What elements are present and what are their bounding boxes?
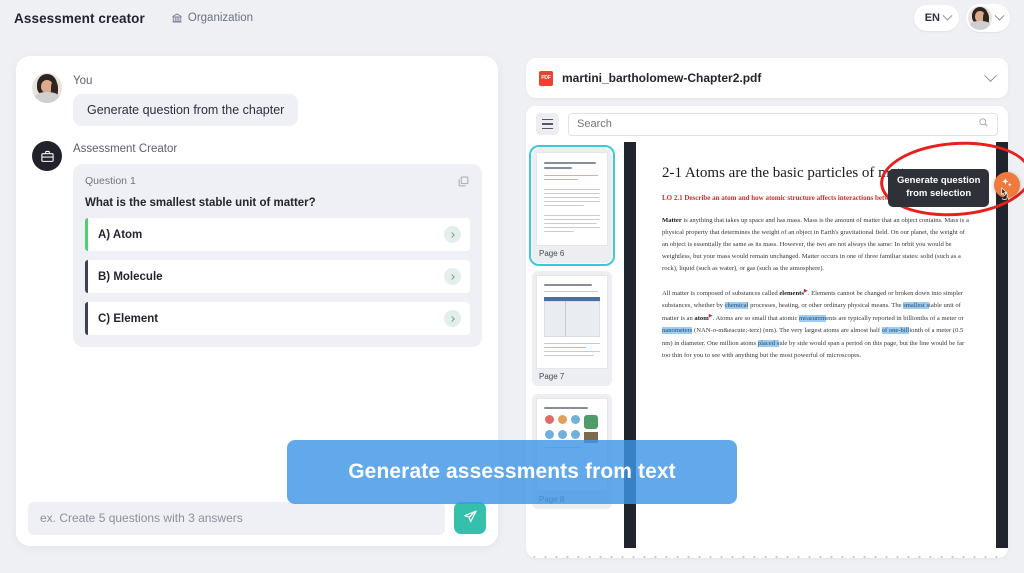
send-icon: [463, 509, 478, 527]
pdf-file-name: martini_bartholomew-Chapter2.pdf: [562, 71, 762, 85]
chevron-down-icon: [942, 10, 953, 21]
top-bar-right: EN: [913, 4, 1010, 32]
language-value: EN: [924, 12, 940, 24]
app-title: Assessment creator: [14, 10, 145, 26]
pdf-thumbnail-page-7[interactable]: Page 7: [532, 271, 612, 386]
thumbnail-label: Page 7: [539, 372, 565, 381]
organization-link[interactable]: Organization: [171, 12, 253, 24]
pdf-card-bottom-dots: [526, 548, 1008, 558]
pdf-search-input[interactable]: [577, 118, 978, 130]
user-message-bubble: Generate question from the chapter: [73, 94, 299, 126]
thumbnail-preview: [537, 153, 607, 245]
avatar: [32, 73, 62, 103]
pdf-selection-3: measurem: [799, 315, 827, 323]
chevron-right-icon[interactable]: [444, 268, 461, 285]
pdf-file-icon: PDF: [539, 70, 553, 86]
thumbnail-preview: [537, 276, 607, 368]
hamburger-icon[interactable]: [536, 113, 559, 135]
question-card: Question 1 What is the smallest stable u…: [73, 164, 482, 347]
pdf-p2-e: . Atoms are so small that atomic: [712, 315, 800, 323]
pdf-selection-5: of one-bill: [881, 327, 910, 335]
answer-option-b[interactable]: B) Molecule: [85, 260, 470, 293]
answer-option-a[interactable]: A) Atom: [85, 218, 470, 251]
copy-icon[interactable]: [457, 175, 470, 188]
chevron-right-icon[interactable]: [444, 226, 461, 243]
question-card-header: Question 1: [85, 175, 470, 188]
user-menu[interactable]: [966, 4, 1010, 32]
chat-message-user: You Generate question from the chapter: [16, 73, 498, 126]
message-author: You: [73, 75, 93, 87]
answer-option-label: A) Atom: [98, 228, 143, 241]
message-author: Assessment Creator: [73, 143, 178, 155]
pdf-paragraph-2: All matter is composed of substances cal…: [662, 287, 970, 363]
thumbnail-label: Page 6: [539, 249, 565, 258]
send-button[interactable]: [454, 502, 486, 534]
pdf-paragraph-1-lead: Matter: [662, 216, 682, 224]
tooltip-line-1: Generate question: [897, 175, 981, 186]
search-icon: [978, 115, 989, 133]
pdf-p2-c: processes, heating, or other ordinary ph…: [748, 301, 904, 309]
briefcase-icon: [32, 141, 62, 171]
pdf-selection-1: chemical: [724, 301, 749, 309]
pointer-cursor-icon: [997, 186, 1011, 207]
caption-banner: Generate assessments from text: [287, 440, 737, 504]
pdf-p2-term-atom: atom: [694, 315, 709, 323]
pdf-paragraph-1-body: is anything that takes up space and has …: [662, 216, 969, 273]
top-bar: Assessment creator Organization EN: [0, 0, 1024, 36]
chevron-down-icon[interactable]: [984, 68, 997, 82]
avatar: [968, 6, 992, 30]
pdf-p2-term-elements: elements: [779, 289, 804, 297]
pdf-thumbnail-page-6[interactable]: Page 6: [529, 145, 615, 266]
chat-message-assistant: Assessment Creator Question 1 What is th…: [16, 141, 498, 347]
pdf-selection-2: smallest s: [903, 301, 930, 309]
chevron-right-icon[interactable]: [444, 310, 461, 327]
pdf-selection-6: placed s: [757, 339, 780, 347]
question-label: Question 1: [85, 175, 136, 187]
answer-option-label: C) Element: [98, 312, 159, 325]
pdf-p2-a: All matter is composed of substances cal…: [662, 289, 780, 297]
answer-option-label: B) Molecule: [98, 270, 163, 283]
question-text: What is the smallest stable unit of matt…: [85, 197, 316, 209]
answer-option-c[interactable]: C) Element: [85, 302, 470, 335]
pdf-search-box[interactable]: [568, 112, 998, 136]
pdf-file-header[interactable]: PDF martini_bartholomew-Chapter2.pdf: [526, 58, 1008, 98]
app-root: Assessment creator Organization EN You G…: [0, 0, 1024, 573]
pdf-toolbar: [526, 106, 1008, 142]
caption-banner-text: Generate assessments from text: [348, 460, 676, 483]
organization-label: Organization: [187, 12, 254, 24]
generate-question-tooltip: Generate question from selection: [888, 169, 990, 207]
language-selector[interactable]: EN: [913, 5, 959, 31]
chat-input[interactable]: [28, 501, 445, 535]
pdf-selection-4: nanometers: [662, 327, 693, 335]
chevron-down-icon: [994, 10, 1005, 21]
tooltip-line-2: from selection: [906, 187, 972, 199]
pdf-p2-g: (NAN-o-m&eacute;-terz) (nm). The very la…: [692, 327, 882, 335]
pdf-p2-f: ents are typically reported in billionth…: [826, 315, 964, 323]
bank-icon: [171, 12, 183, 24]
pdf-paragraph-1: Matter is anything that takes up space a…: [662, 215, 970, 276]
